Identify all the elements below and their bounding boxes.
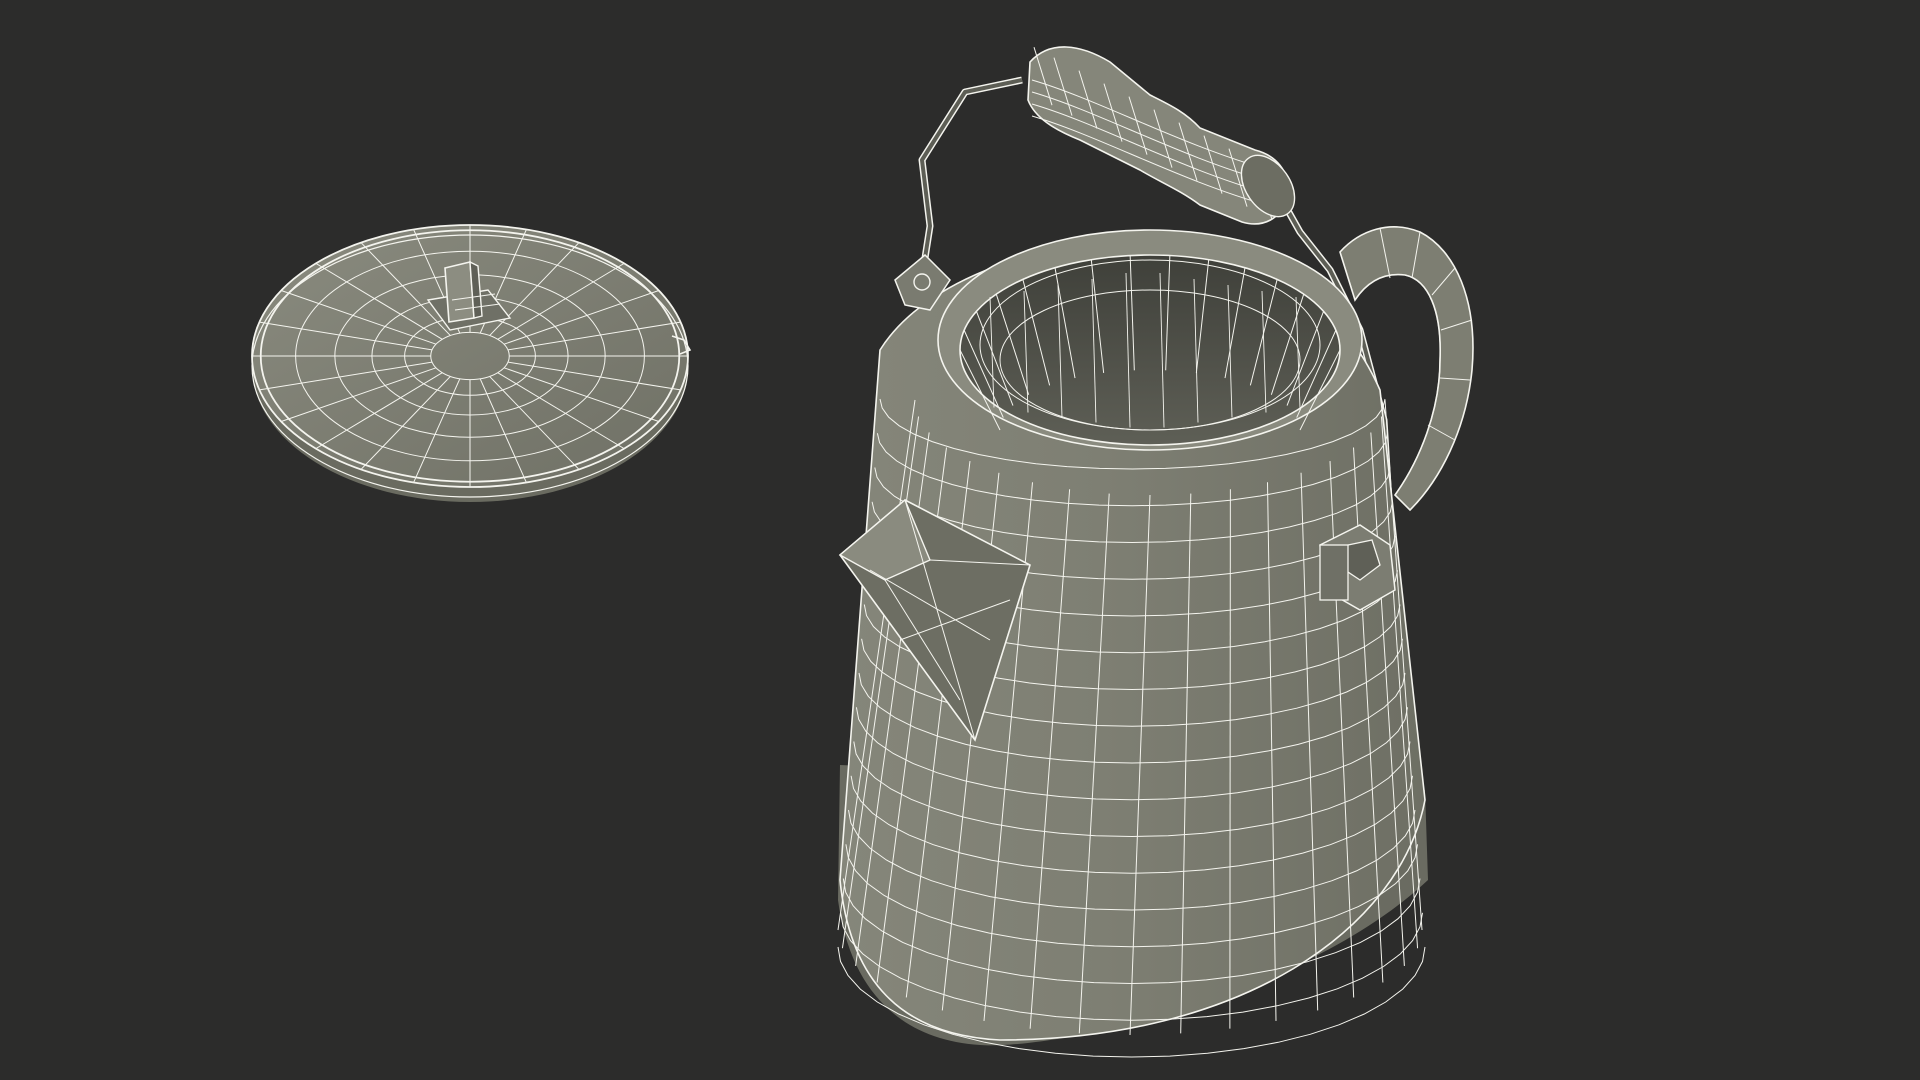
mesh-edge [1229,489,1231,1029]
lid-mesh [251,224,692,502]
wireframe-render-viewport [251,46,1474,1058]
wooden-grip-mesh [1027,46,1296,225]
